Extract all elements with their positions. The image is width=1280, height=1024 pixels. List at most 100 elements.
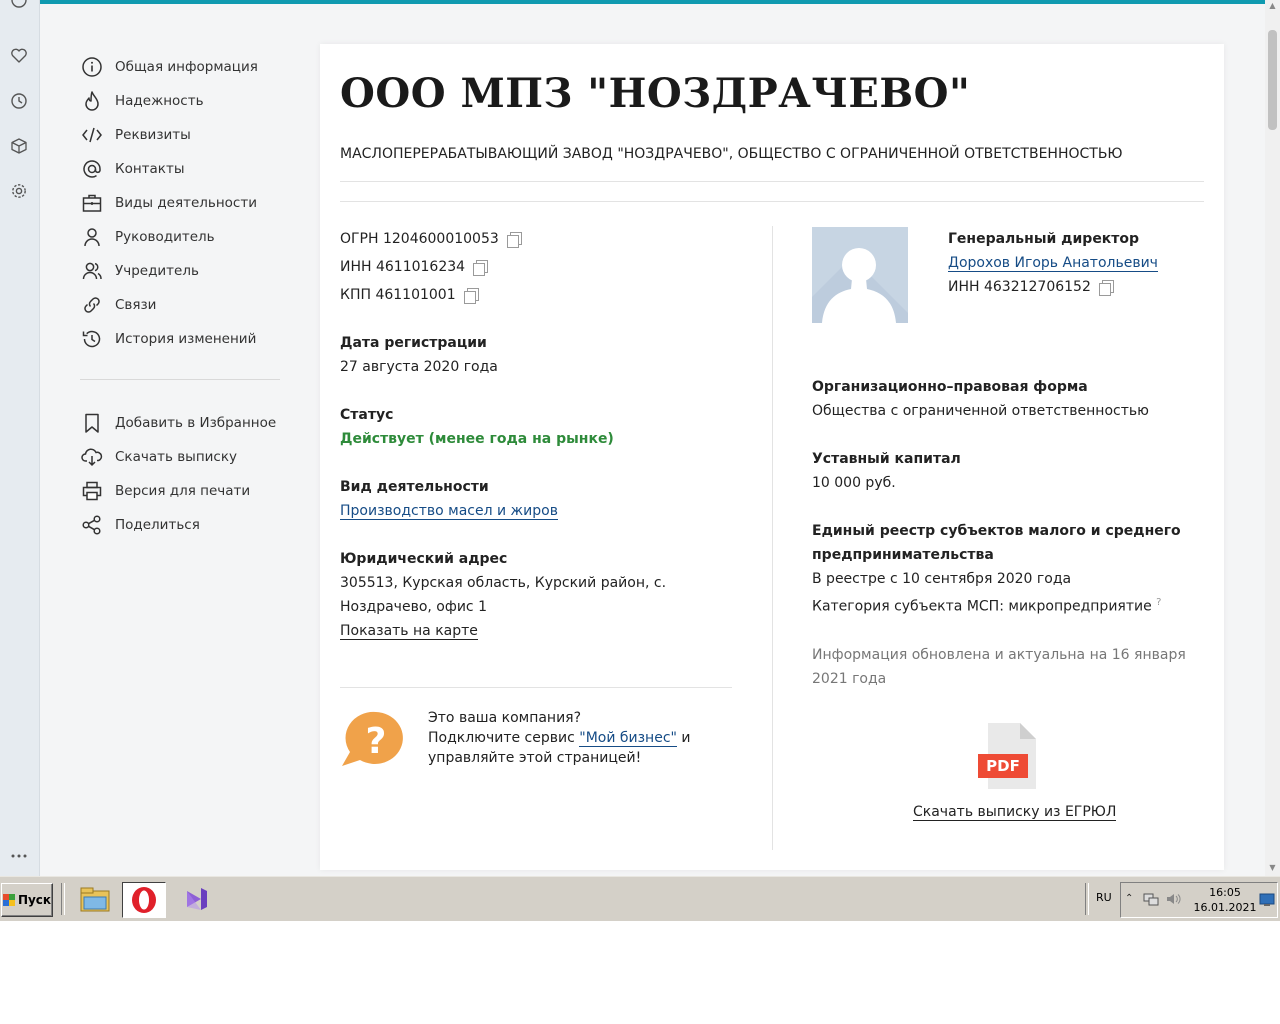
action-label: Версия для печати	[115, 483, 251, 499]
info-icon	[80, 55, 104, 79]
updated-line-2: 2021 года	[812, 670, 887, 687]
visual-studio-icon[interactable]	[174, 882, 216, 916]
left-column: ОГРН 1204600010053 ИНН 4611016234 КПП 46…	[340, 227, 740, 643]
share-button[interactable]: Поделиться	[80, 508, 280, 542]
person-icon	[80, 225, 104, 249]
nav-item-contacts[interactable]: Контакты	[80, 152, 280, 186]
action-label: Поделиться	[115, 517, 200, 533]
clock[interactable]: 16:05 16.01.2021	[1190, 885, 1260, 915]
scroll-up-arrow-icon[interactable]: ▲	[1268, 2, 1277, 10]
clock-icon[interactable]	[9, 91, 29, 111]
nav-item-requisites[interactable]: Реквизиты	[80, 118, 280, 152]
promo-line-1: Это ваша компания?	[428, 710, 582, 726]
director-inn: ИНН 463212706152	[948, 279, 1091, 295]
people-icon	[80, 259, 104, 283]
nav-item-reliability[interactable]: Надежность	[80, 84, 280, 118]
nav-item-label: Виды деятельности	[115, 195, 257, 211]
copy-icon[interactable]	[463, 288, 479, 304]
promo-line-2-post: и	[676, 730, 691, 746]
action-label: Добавить в Избранное	[115, 415, 277, 431]
nav-item-founder[interactable]: Учредитель	[80, 254, 280, 288]
address-line-1: 305513, Курская область, Курский район, …	[340, 575, 667, 591]
download-egrul-link-row: Скачать выписку из ЕГРЮЛ	[913, 804, 1117, 821]
director-block: Генеральный директор Дорохов Игорь Анато…	[948, 227, 1208, 299]
opera-icon[interactable]	[122, 882, 166, 918]
messenger-icon[interactable]	[9, 0, 29, 10]
taskbar-separator	[61, 883, 65, 915]
more-icon[interactable]	[9, 846, 29, 866]
ogrn: ОГРН 1204600010053	[340, 231, 499, 247]
network-icon[interactable]	[1143, 891, 1159, 907]
details-block: Организационно–правовая форма Общества с…	[812, 375, 1204, 691]
briefcase-icon	[80, 191, 104, 215]
nav-item-label: Руководитель	[115, 229, 215, 245]
my-business-link[interactable]: "Мой бизнес"	[579, 730, 677, 747]
scroll-down-arrow-icon[interactable]: ▼	[1268, 864, 1277, 872]
start-label: Пуск	[17, 893, 52, 907]
nav-item-label: Реквизиты	[115, 127, 191, 143]
windows-logo-icon	[2, 894, 15, 906]
explorer-icon[interactable]	[74, 882, 116, 916]
promo-line-2: Подключите сервис "Мой бизнес" и	[428, 728, 691, 748]
download-extract-button[interactable]: Скачать выписку	[80, 440, 280, 474]
updated-line-1: Информация обновлена и актуальна на 16 я…	[812, 646, 1186, 663]
sme-label-2: предпринимательства	[812, 547, 994, 563]
at-icon	[80, 157, 104, 181]
question-bubble-icon: ?	[340, 710, 406, 772]
print-version-button[interactable]: Версия для печати	[80, 474, 280, 508]
pdf-icon[interactable]: PDF	[978, 721, 1038, 793]
activity-link[interactable]: Производство масел и жиров	[340, 503, 558, 520]
show-on-map-link[interactable]: Показать на карте	[340, 623, 478, 640]
nav-item-connections[interactable]: Связи	[80, 288, 280, 322]
nav-item-general-info[interactable]: Общая информация	[80, 50, 280, 84]
scroll-thumb[interactable]	[1268, 30, 1277, 130]
capital-label: Уставный капитал	[812, 451, 961, 467]
nav-item-label: Надежность	[115, 93, 204, 109]
nav-item-activities[interactable]: Виды деятельности	[80, 186, 280, 220]
browser-window: Общая информация Надежность Реквизиты Ко…	[0, 0, 1280, 876]
browser-sidebar	[0, 0, 40, 876]
download-icon	[80, 445, 104, 469]
history-icon	[80, 327, 104, 351]
add-favorite-button[interactable]: Добавить в Избранное	[80, 406, 280, 440]
nav-item-label: Учредитель	[115, 263, 199, 279]
show-desktop-icon[interactable]	[1259, 892, 1275, 906]
gear-icon[interactable]	[9, 181, 29, 201]
address-label: Юридический адрес	[340, 551, 508, 567]
code-icon	[80, 123, 104, 147]
vertical-scrollbar[interactable]: ▲ ▼	[1265, 0, 1280, 876]
share-icon	[80, 513, 104, 537]
promo-line-2-pre: Подключите сервис	[428, 730, 580, 746]
printer-icon	[80, 479, 104, 503]
link-icon	[80, 293, 104, 317]
flame-icon	[80, 89, 104, 113]
director-name-link[interactable]: Дорохов Игорь Анатольевич	[948, 255, 1158, 272]
director-role: Генеральный директор	[948, 231, 1140, 247]
sme-since: В реестре с 10 сентября 2020 года	[812, 571, 1072, 587]
nav-item-label: Общая информация	[115, 59, 258, 75]
copy-icon[interactable]	[1098, 280, 1114, 296]
start-button[interactable]: Пуск	[1, 883, 53, 917]
status-value: Действует (менее года на рынке)	[340, 431, 614, 447]
column-divider	[772, 226, 773, 850]
clock-time: 16:05	[1209, 886, 1241, 899]
volume-icon[interactable]	[1165, 891, 1181, 907]
divider	[340, 201, 1204, 202]
sme-category-row: Категория субъекта МСП: микропредприятие…	[812, 591, 1204, 619]
copy-icon[interactable]	[506, 232, 522, 248]
cube-icon[interactable]	[9, 136, 29, 156]
sme-label-1: Единый реестр субъектов малого и среднег…	[812, 523, 1181, 539]
nav-item-director[interactable]: Руководитель	[80, 220, 280, 254]
page-title: ООО МПЗ "НОЗДРАЧЕВО"	[340, 70, 971, 117]
tray-expand-icon[interactable]: ⌃	[1125, 893, 1133, 904]
heart-icon[interactable]	[9, 46, 29, 66]
reg-date-label: Дата регистрации	[340, 335, 487, 351]
help-icon[interactable]: ?	[1156, 597, 1161, 608]
nav-item-history[interactable]: История изменений	[80, 322, 280, 356]
activity-label: Вид деятельности	[340, 479, 489, 495]
download-egrul-link[interactable]: Скачать выписку из ЕГРЮЛ	[913, 804, 1117, 821]
top-accent-line	[40, 0, 1265, 4]
copy-icon[interactable]	[473, 260, 489, 276]
language-indicator[interactable]: RU	[1096, 891, 1112, 904]
inn: ИНН 4611016234	[340, 259, 466, 275]
